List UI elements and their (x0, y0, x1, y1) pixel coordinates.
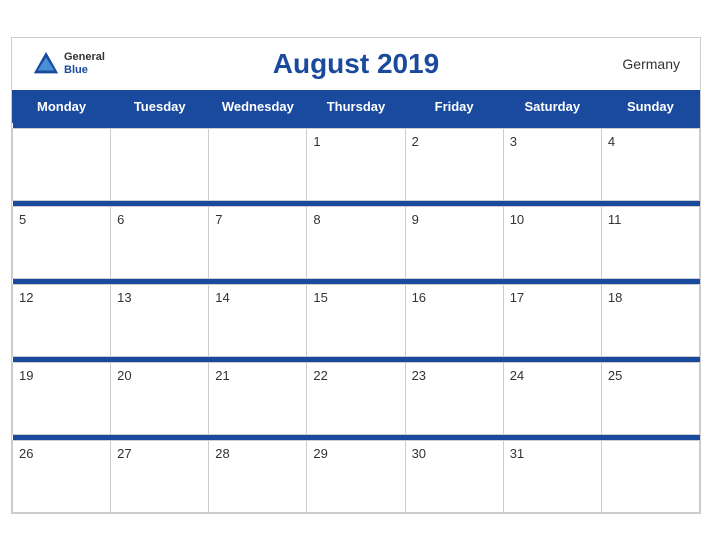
logo-text: General Blue (64, 51, 105, 75)
calendar-cell: 9 (405, 206, 503, 278)
logo-general: General (64, 51, 105, 63)
week-row-4: 26 27 28 29 30 31 (13, 440, 700, 512)
calendar-header: General Blue August 2019 Germany (12, 38, 700, 90)
calendar-cell: 12 (13, 284, 111, 356)
days-header-row: MondayTuesdayWednesdayThursdayFridaySatu… (13, 90, 700, 122)
day-number: 24 (510, 368, 524, 383)
calendar-cell: 7 (209, 206, 307, 278)
calendar-cell: 25 (601, 362, 699, 434)
day-number: 5 (19, 212, 26, 227)
calendar-cell: 27 (111, 440, 209, 512)
logo: General Blue (32, 50, 105, 78)
calendar-cell (601, 440, 699, 512)
week-row-0: 1 2 3 4 (13, 128, 700, 200)
week-row-1: 5 6 7 8 9 10 11 (13, 206, 700, 278)
day-number: 17 (510, 290, 524, 305)
calendar-cell: 19 (13, 362, 111, 434)
calendar-cell: 6 (111, 206, 209, 278)
calendar-cell: 13 (111, 284, 209, 356)
calendar-cell: 3 (503, 128, 601, 200)
day-number: 26 (19, 446, 33, 461)
calendar-cell: 1 (307, 128, 405, 200)
day-number: 1 (313, 134, 320, 149)
day-number: 2 (412, 134, 419, 149)
calendar-cell: 5 (13, 206, 111, 278)
day-number: 28 (215, 446, 229, 461)
calendar-cell: 28 (209, 440, 307, 512)
day-header-wednesday: Wednesday (209, 90, 307, 122)
calendar-cell: 29 (307, 440, 405, 512)
day-header-sunday: Sunday (601, 90, 699, 122)
day-number: 30 (412, 446, 426, 461)
day-number: 12 (19, 290, 33, 305)
week-row-3: 19 20 21 22 23 24 25 (13, 362, 700, 434)
day-number: 27 (117, 446, 131, 461)
calendar-table: MondayTuesdayWednesdayThursdayFridaySatu… (12, 90, 700, 513)
calendar-cell: 2 (405, 128, 503, 200)
calendar-cell: 10 (503, 206, 601, 278)
calendar-cell: 15 (307, 284, 405, 356)
day-header-friday: Friday (405, 90, 503, 122)
day-number: 10 (510, 212, 524, 227)
calendar-cell (209, 128, 307, 200)
day-number: 23 (412, 368, 426, 383)
day-header-saturday: Saturday (503, 90, 601, 122)
calendar-cell: 16 (405, 284, 503, 356)
calendar-title: August 2019 (273, 48, 440, 80)
week-row-2: 12 13 14 15 16 17 18 (13, 284, 700, 356)
calendar-cell: 21 (209, 362, 307, 434)
day-number: 9 (412, 212, 419, 227)
day-number: 13 (117, 290, 131, 305)
calendar-cell: 23 (405, 362, 503, 434)
calendar-cell: 20 (111, 362, 209, 434)
day-number: 25 (608, 368, 622, 383)
day-number: 20 (117, 368, 131, 383)
logo-blue: Blue (64, 64, 105, 76)
calendar-cell: 18 (601, 284, 699, 356)
day-number: 6 (117, 212, 124, 227)
day-number: 7 (215, 212, 222, 227)
calendar-cell: 26 (13, 440, 111, 512)
logo-icon (32, 50, 60, 78)
day-number: 4 (608, 134, 615, 149)
calendar-cell: 24 (503, 362, 601, 434)
calendar-cell (111, 128, 209, 200)
country-label: Germany (622, 56, 680, 72)
day-number: 16 (412, 290, 426, 305)
day-number: 15 (313, 290, 327, 305)
day-number: 18 (608, 290, 622, 305)
calendar-cell: 17 (503, 284, 601, 356)
calendar-cell: 22 (307, 362, 405, 434)
day-number: 31 (510, 446, 524, 461)
day-number: 29 (313, 446, 327, 461)
day-number: 21 (215, 368, 229, 383)
day-number: 11 (608, 212, 622, 227)
calendar-cell (13, 128, 111, 200)
day-header-monday: Monday (13, 90, 111, 122)
calendar-cell: 11 (601, 206, 699, 278)
day-number: 14 (215, 290, 229, 305)
day-header-thursday: Thursday (307, 90, 405, 122)
day-number: 8 (313, 212, 320, 227)
calendar-cell: 8 (307, 206, 405, 278)
calendar-cell: 4 (601, 128, 699, 200)
day-number: 19 (19, 368, 33, 383)
calendar-cell: 31 (503, 440, 601, 512)
calendar-cell: 30 (405, 440, 503, 512)
calendar: General Blue August 2019 Germany MondayT… (11, 37, 701, 514)
day-number: 22 (313, 368, 327, 383)
day-number: 3 (510, 134, 517, 149)
calendar-cell: 14 (209, 284, 307, 356)
day-header-tuesday: Tuesday (111, 90, 209, 122)
